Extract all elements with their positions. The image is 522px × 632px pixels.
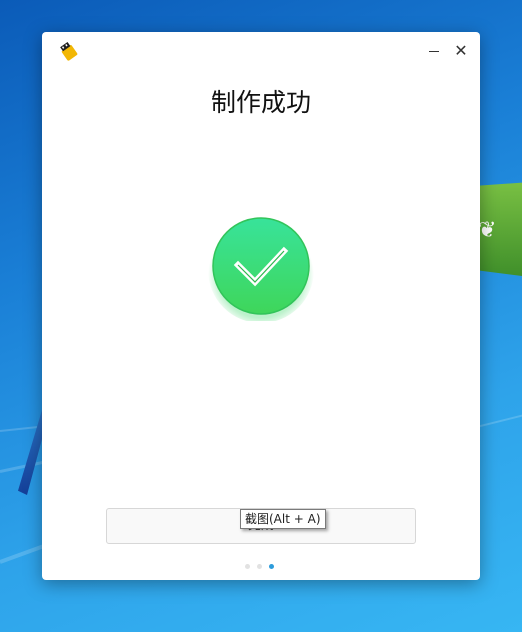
close-button[interactable]: ✕ bbox=[451, 41, 471, 61]
app-window: ✕ 制作成功 完成 截图(Alt + A) bbox=[42, 32, 480, 580]
close-icon: ✕ bbox=[454, 41, 468, 60]
usb-drive-icon bbox=[60, 42, 78, 61]
check-circle-icon bbox=[208, 217, 314, 321]
minimize-button[interactable] bbox=[424, 41, 444, 61]
page-dot-active[interactable] bbox=[269, 564, 274, 569]
page-title: 制作成功 bbox=[210, 88, 311, 117]
screenshot-tooltip: 截图(Alt + A) bbox=[240, 509, 326, 529]
page-dot[interactable] bbox=[245, 564, 250, 569]
butterfly-icon: ❦ bbox=[478, 218, 497, 243]
page-dot[interactable] bbox=[257, 564, 262, 569]
